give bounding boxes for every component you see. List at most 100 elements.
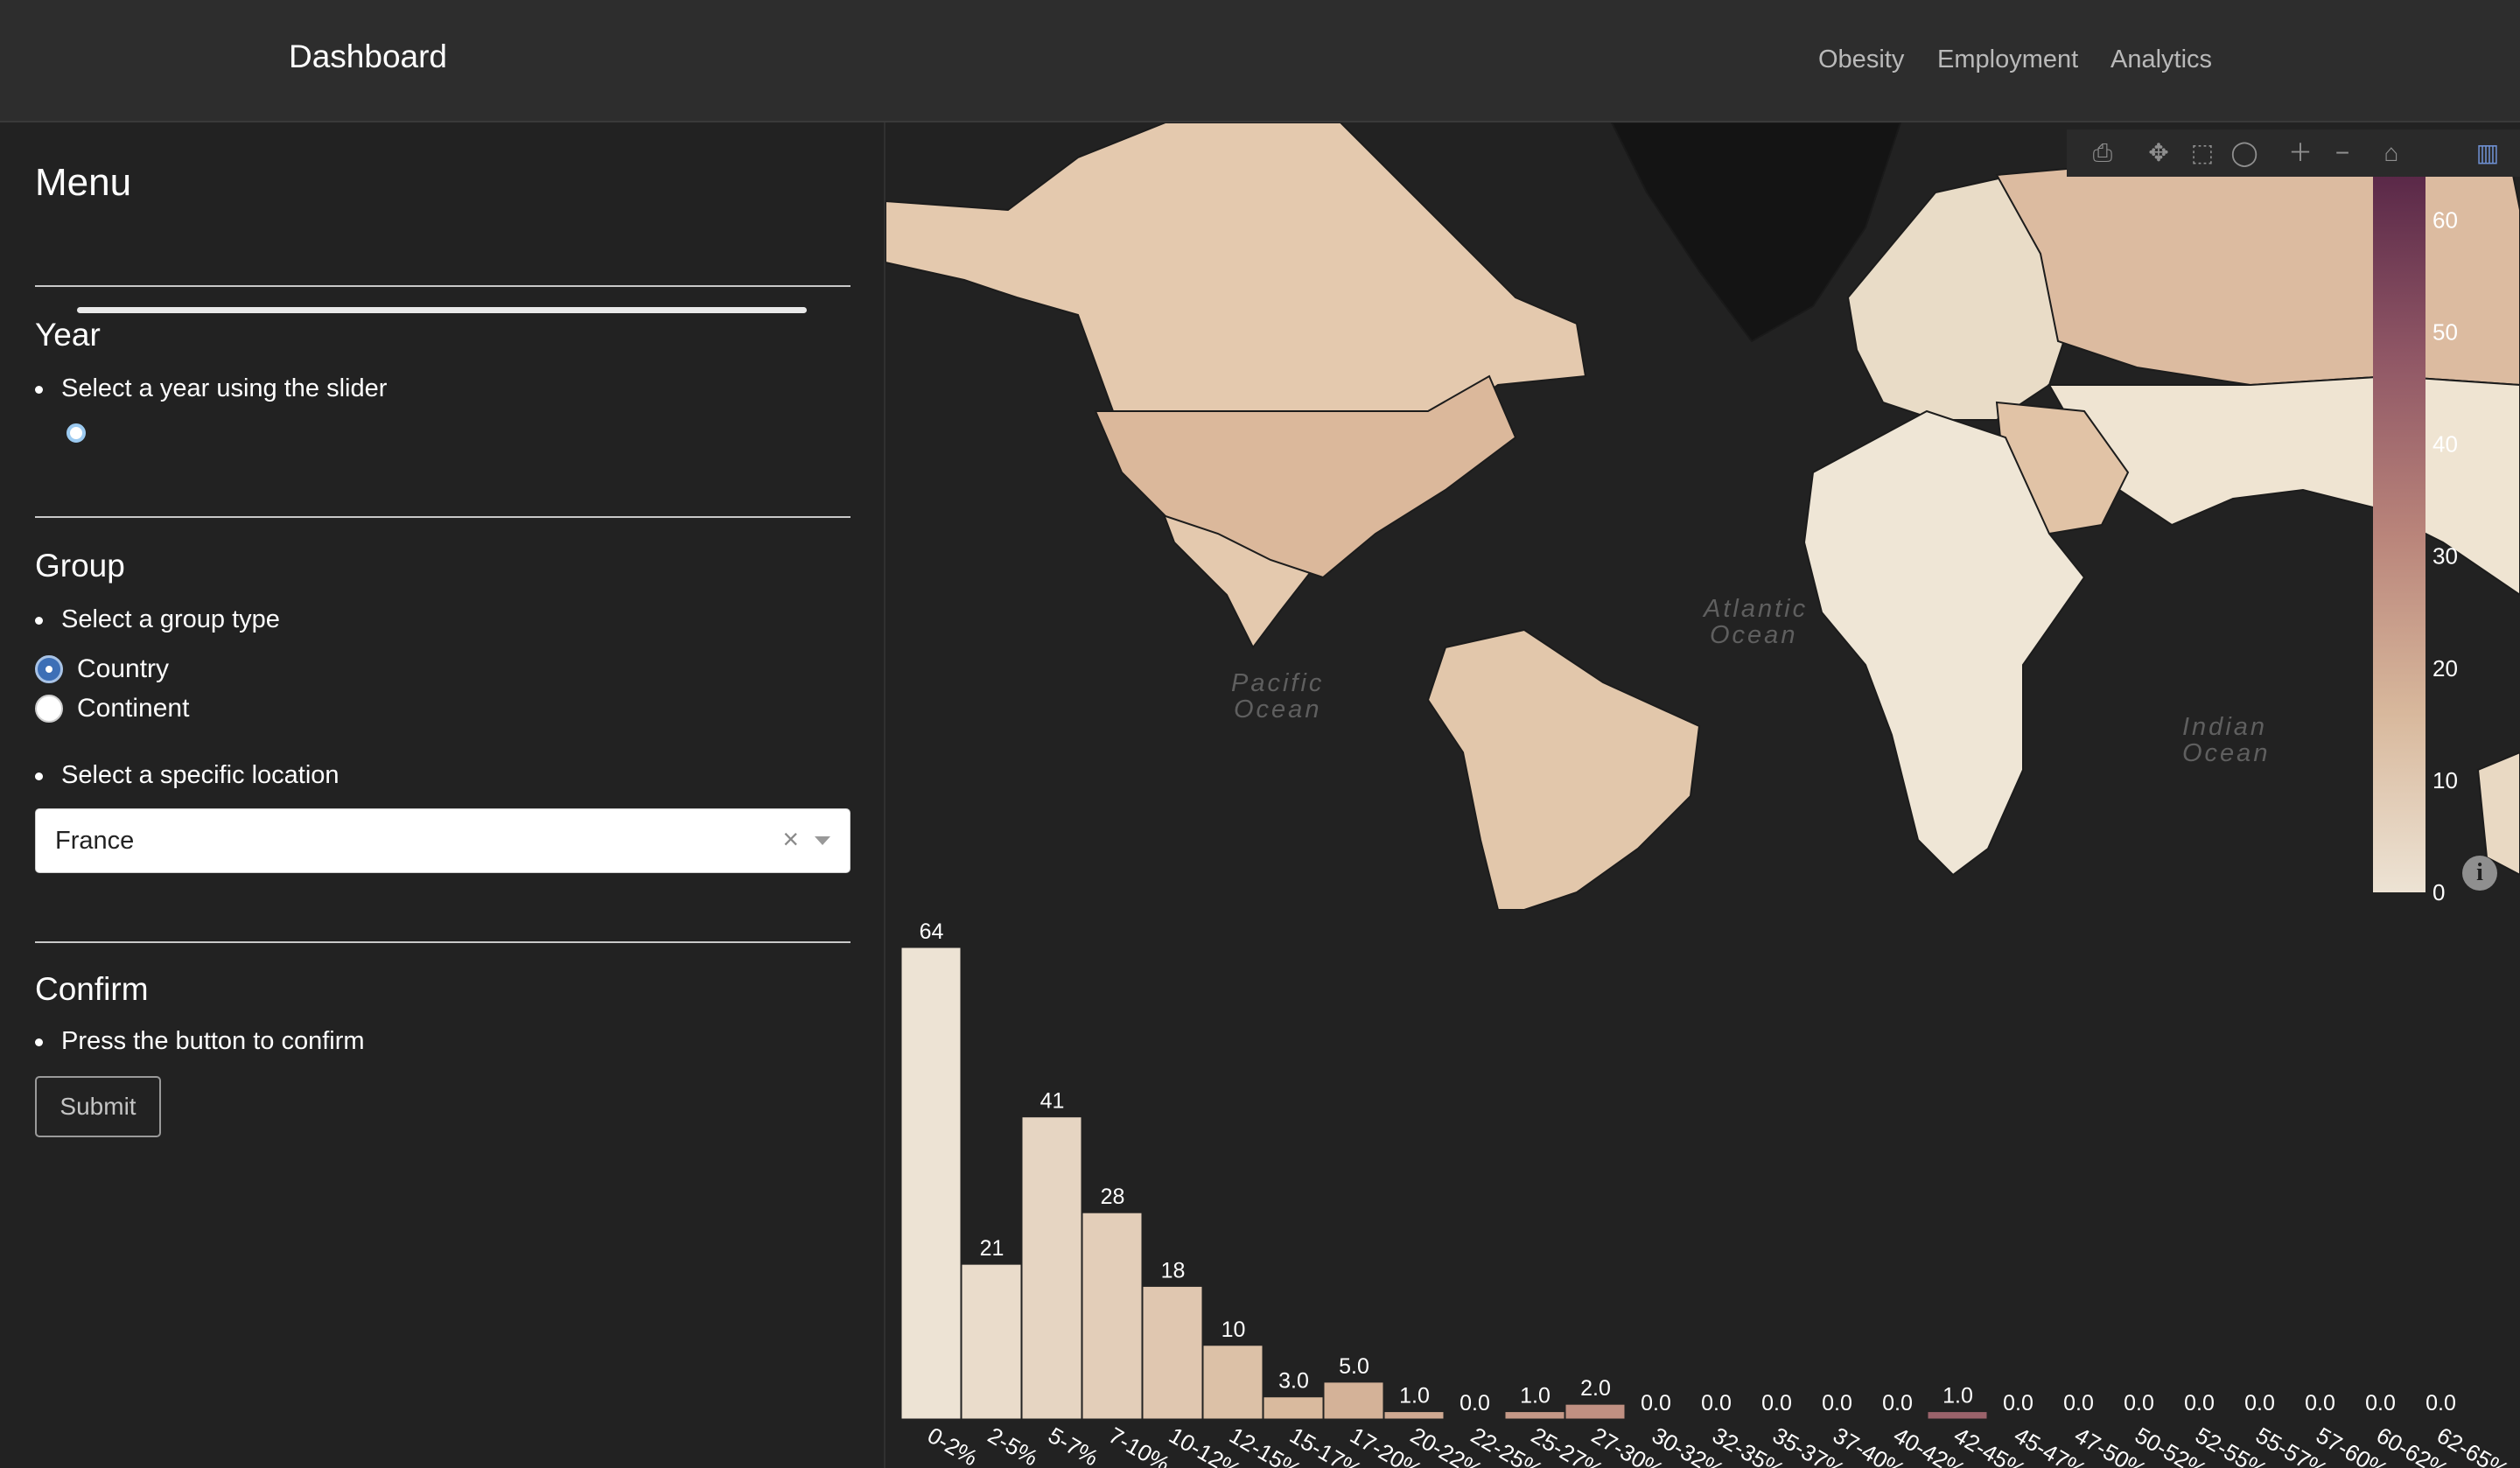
colorbar-tick-label: 50 [2432, 318, 2458, 345]
bar-data-label: 2.0 [1580, 1376, 1611, 1401]
nav-link-obesity[interactable]: Obesity [1818, 45, 1904, 74]
bar-data-label: 18 [1161, 1258, 1186, 1283]
colorbar-tick-label: 0 [2432, 879, 2445, 905]
location-dropdown-value: France [55, 827, 135, 855]
histogram-bar[interactable] [1263, 1396, 1324, 1420]
histogram-bar[interactable] [1323, 1381, 1384, 1420]
colorbar-tick-label: 10 [2432, 767, 2458, 793]
confirm-instruction: Press the button to confirm [35, 1027, 365, 1056]
ocean-label-indian-sub: Ocean [2182, 739, 2270, 767]
year-section-title: Year [35, 317, 101, 353]
bar-data-label: 21 [980, 1236, 1004, 1261]
histogram-chart[interactable]: 640-2%212-5%415-7%287-10%1810-12%1012-15… [886, 910, 2520, 1468]
ocean-label-pacific: Pacific [1231, 669, 1324, 697]
ocean-label-indian: Indian [2182, 713, 2267, 741]
bar-data-label: 28 [1101, 1185, 1125, 1209]
bar-data-label: 0.0 [2426, 1391, 2456, 1416]
histogram-bar[interactable] [1383, 1411, 1445, 1420]
radio-label-country[interactable]: Country [77, 654, 169, 684]
location-dropdown[interactable]: France × [35, 808, 850, 873]
radio-continent[interactable]: Continent [35, 694, 189, 724]
navbar: Dashboard Obesity Employment Analytics [0, 0, 2520, 122]
nav-link-analytics[interactable]: Analytics [2110, 45, 2212, 74]
bar-data-label: 0.0 [1701, 1391, 1732, 1416]
info-icon[interactable]: i [2462, 856, 2497, 891]
ocean-label-atlantic-sub: Ocean [1710, 621, 1797, 649]
map-region-south-america [1426, 628, 1701, 910]
submit-button[interactable]: Submit [35, 1076, 161, 1137]
bar-data-label: 0.0 [1460, 1391, 1490, 1416]
bar-data-label: 64 [920, 919, 944, 944]
menu-title: Menu [35, 161, 132, 204]
bar-data-label: 0.0 [1761, 1391, 1792, 1416]
year-instruction-text: Select a year using the slider [61, 374, 388, 402]
confirm-section-title: Confirm [35, 971, 149, 1007]
radio-label-continent[interactable]: Continent [77, 694, 189, 724]
zoom-out-icon[interactable]: − [2328, 138, 2357, 168]
group-instruction-text: Select a group type [61, 605, 280, 633]
choropleth-map[interactable]: Atlantic Ocean Pacific Ocean Indian Ocea… [886, 122, 2520, 910]
bar-data-label: 0.0 [2244, 1391, 2275, 1416]
histogram-bar[interactable] [1927, 1411, 1988, 1420]
divider [35, 516, 850, 518]
brand-title[interactable]: Dashboard [289, 38, 447, 75]
bar-data-label: 10 [1222, 1318, 1246, 1342]
colorbar: 0 10 20 30 40 50 60 [2373, 175, 2458, 905]
confirm-instruction-text: Press the button to confirm [61, 1027, 365, 1055]
bar-data-label: 0.0 [2003, 1391, 2034, 1416]
colorbar-tick-label: 20 [2432, 655, 2458, 682]
nav-link-employment[interactable]: Employment [1937, 45, 2078, 74]
x-tick-label: 2-5% [984, 1422, 1043, 1468]
bar-data-label: 0.0 [2365, 1391, 2396, 1416]
x-tick-label: 5-7% [1044, 1422, 1103, 1468]
colorbar-tick-label: 60 [2432, 206, 2458, 233]
location-instruction: Select a specific location [35, 761, 340, 790]
camera-icon[interactable]: ⎙ [2088, 138, 2118, 168]
bar-data-label: 0.0 [1641, 1391, 1671, 1416]
bar-data-label: 0.0 [2305, 1391, 2335, 1416]
sidebar-menu: Menu Year Select a year using the slider… [0, 122, 886, 1468]
plotly-icon[interactable]: ▥ [2473, 138, 2502, 168]
bar-data-label: 0.0 [1822, 1391, 1852, 1416]
histogram-bar[interactable] [1202, 1345, 1264, 1420]
histogram-bar[interactable] [1504, 1411, 1565, 1420]
radio-unselected-icon[interactable] [35, 695, 63, 723]
box-select-icon[interactable]: ⬚ [2188, 138, 2217, 168]
bar-data-label: 1.0 [1399, 1384, 1430, 1409]
histogram-bar[interactable] [900, 947, 962, 1420]
bar-data-label: 0.0 [2124, 1391, 2154, 1416]
year-slider-handle[interactable] [66, 423, 86, 443]
radio-selected-icon[interactable] [35, 655, 63, 683]
histogram-bar[interactable] [1021, 1116, 1082, 1420]
histogram-bar[interactable] [1142, 1285, 1203, 1420]
x-tick-label: 7-10% [1104, 1422, 1174, 1468]
group-section-title: Group [35, 548, 125, 584]
location-instruction-text: Select a specific location [61, 761, 340, 789]
histogram-bar[interactable] [1082, 1212, 1143, 1420]
bar-data-label: 1.0 [1942, 1384, 1973, 1409]
colorbar-gradient [2373, 175, 2426, 892]
x-tick-label: 0-2% [923, 1422, 983, 1468]
lasso-icon[interactable]: ◯ [2230, 138, 2259, 168]
bar-data-label: 0.0 [1882, 1391, 1913, 1416]
clear-icon[interactable]: × [782, 823, 799, 856]
radio-country[interactable]: Country [35, 654, 169, 684]
histogram-bar[interactable] [961, 1263, 1022, 1420]
colorbar-tick-label: 40 [2432, 431, 2458, 458]
zoom-in-icon[interactable]: ＋ [2286, 138, 2315, 168]
home-icon[interactable]: ⌂ [2376, 138, 2406, 168]
colorbar-tick-label: 30 [2432, 543, 2458, 570]
bar-data-label: 3.0 [1278, 1369, 1309, 1394]
bar-data-label: 41 [1040, 1089, 1065, 1114]
ocean-label-pacific-sub: Ocean [1234, 696, 1321, 724]
ocean-label-atlantic: Atlantic [1702, 595, 1808, 623]
world-map-svg: Atlantic Ocean Pacific Ocean Indian Ocea… [886, 122, 2520, 910]
chevron-down-icon[interactable] [815, 836, 830, 845]
year-slider-track[interactable] [77, 307, 807, 313]
bar-data-label: 0.0 [2063, 1391, 2094, 1416]
divider [35, 941, 850, 943]
bar-data-label: 5.0 [1339, 1354, 1369, 1379]
pan-icon[interactable]: ✥ [2144, 138, 2174, 168]
histogram-bar[interactable] [1564, 1403, 1626, 1420]
bar-data-label: 1.0 [1520, 1384, 1550, 1409]
